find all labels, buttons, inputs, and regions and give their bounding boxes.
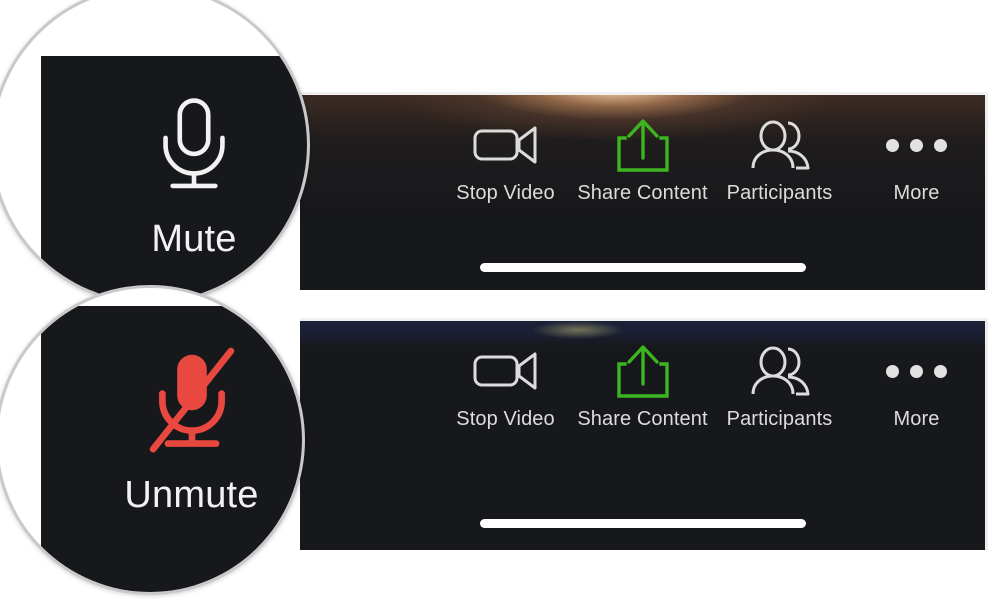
toolbar-item-participants[interactable]: Participants (711, 343, 848, 431)
home-indicator[interactable] (479, 263, 806, 272)
toolbar-item-label: Stop Video (456, 408, 555, 430)
toolbar-item-label: Share Content (577, 182, 708, 204)
participants-icon (744, 117, 816, 173)
ellipsis-dot (934, 138, 947, 152)
ellipsis-dot (886, 364, 899, 378)
microphone-slash-icon (142, 345, 242, 462)
toolbar-row-muted: Unmute Stop Video (300, 321, 985, 461)
mute-magnifier-content: Mute (41, 56, 307, 302)
toolbar-item-label: More (893, 182, 940, 204)
share-upload-icon (615, 117, 671, 173)
toolbar-item-more[interactable]: More (848, 343, 985, 431)
screenshot-stage: Mute Stop Video (0, 0, 1000, 600)
toolbar-item-label: Stop Video (456, 182, 555, 204)
share-upload-icon (615, 343, 671, 399)
ellipsis-dot (886, 138, 899, 152)
toolbar-item-stop-video[interactable]: Stop Video (437, 343, 574, 431)
unmute-magnifier-content: Unmute (41, 306, 302, 592)
toolbar-row-unmuted: Mute Stop Video (300, 95, 985, 235)
unmute-magnifier-label: Unmute (124, 474, 259, 516)
video-camera-icon (473, 117, 539, 173)
mute-magnifier-label: Mute (151, 218, 237, 260)
ellipsis-icon (886, 343, 947, 399)
ellipsis-dot (910, 138, 923, 152)
mute-magnifier-callout: Mute (0, 0, 310, 305)
toolbar-item-label: Participants (726, 182, 833, 204)
video-camera-icon (473, 343, 539, 399)
unmute-magnifier-callout: Unmute (0, 285, 305, 595)
toolbar-item-share-content[interactable]: Share Content (574, 117, 711, 205)
toolbar-item-more[interactable]: More (848, 117, 985, 205)
toolbar-item-participants[interactable]: Participants (711, 117, 848, 205)
participants-icon (744, 343, 816, 399)
ellipsis-dot (934, 364, 947, 378)
toolbar-item-stop-video[interactable]: Stop Video (437, 117, 574, 205)
toolbar-item-label: More (893, 408, 940, 430)
ellipsis-dot (910, 364, 923, 378)
home-indicator[interactable] (479, 519, 806, 528)
ellipsis-icon (886, 117, 947, 173)
toolbar-item-share-content[interactable]: Share Content (574, 343, 711, 431)
meeting-toolbar-muted: Unmute Stop Video (300, 318, 988, 550)
toolbar-item-label: Share Content (577, 408, 708, 430)
toolbar-item-label: Participants (726, 408, 833, 430)
microphone-icon (146, 91, 242, 204)
meeting-toolbar-unmuted: Mute Stop Video (300, 92, 988, 290)
